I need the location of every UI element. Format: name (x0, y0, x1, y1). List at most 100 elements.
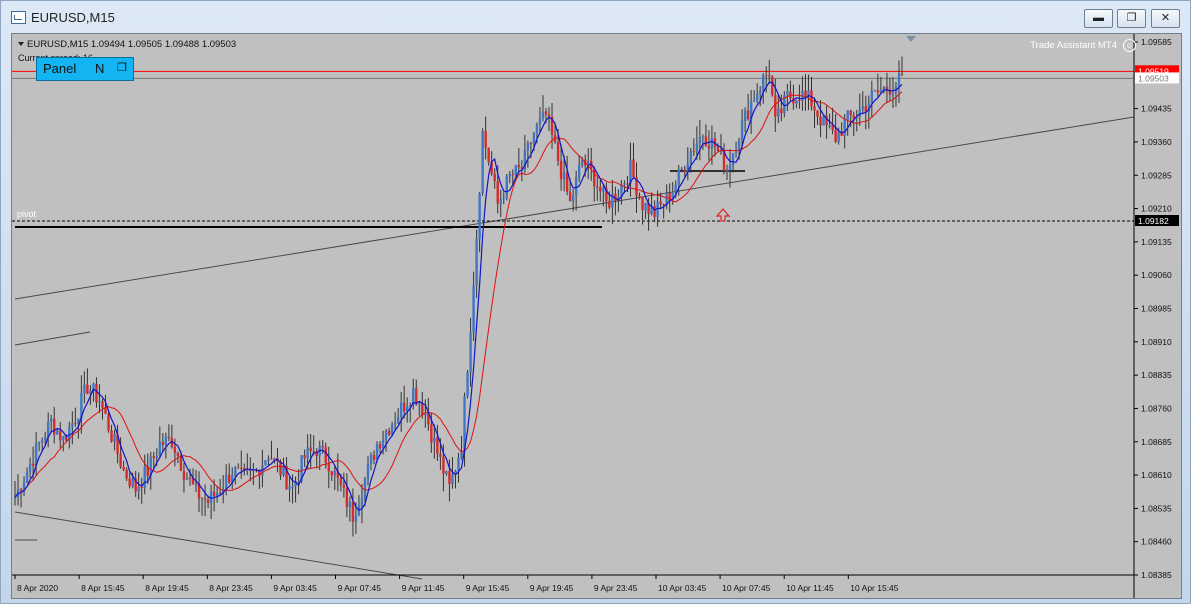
price-tick-label: 1.08910 (1141, 337, 1172, 347)
chart-area[interactable]: pivot 1.09585 1.09435 1.09360 1.09285 1.09210… (11, 33, 1182, 599)
candle-body (460, 452, 463, 458)
candle-body (396, 416, 400, 423)
candle-body (514, 164, 518, 176)
candle-body (593, 168, 596, 187)
candle-body (155, 455, 158, 458)
candle-body (626, 183, 629, 185)
candle-body (571, 195, 575, 202)
candle-body (62, 436, 65, 441)
candle-body (451, 474, 454, 485)
candle-body (206, 499, 210, 503)
close-button[interactable]: ✕ (1151, 9, 1180, 28)
candle-body (101, 401, 104, 408)
price-tick-label: 1.08760 (1141, 403, 1172, 413)
candle-body (777, 108, 780, 117)
candle-body (31, 463, 35, 466)
candle-body (728, 165, 732, 171)
candle-body (710, 138, 714, 149)
candle-body (50, 418, 53, 422)
candle-body (496, 181, 499, 204)
candle-body (303, 455, 306, 459)
candle-body (873, 90, 877, 92)
candle-body (71, 423, 74, 428)
ohlc-text: EURUSD,M15 1.09494 1.09505 1.09488 1.095… (27, 39, 237, 50)
minimize-button[interactable]: ▬ (1084, 9, 1113, 28)
candle-body (363, 478, 367, 498)
candle-body (330, 471, 333, 476)
time-tick-label: 9 Apr 11:45 (402, 583, 445, 593)
candle-body (246, 470, 249, 472)
candle-body (152, 456, 155, 458)
candle-body (291, 486, 294, 488)
candle-body (755, 93, 759, 101)
candle-body (541, 111, 545, 119)
price-chart[interactable]: pivot 1.09585 1.09435 1.09360 1.09285 1.09210… (12, 34, 1182, 599)
candle-body (348, 501, 352, 508)
candle-body (499, 199, 502, 204)
candle-body (98, 401, 101, 403)
candle-body (387, 430, 391, 435)
candle-body (264, 460, 267, 466)
up-arrow-marker (715, 208, 731, 222)
candle-body (342, 485, 346, 488)
candle-body (762, 75, 765, 91)
time-tick-label: 8 Apr 23:45 (209, 583, 253, 593)
candle-body (765, 75, 768, 77)
candle-body (457, 457, 460, 471)
price-tick-label: 1.08985 (1141, 304, 1172, 314)
candle-body (481, 131, 484, 194)
candle-body (53, 418, 56, 435)
candle-body (360, 497, 364, 506)
candle-body (306, 447, 309, 459)
candle-body (819, 116, 822, 126)
candle-body (698, 137, 702, 144)
candle-body (731, 153, 735, 166)
candle-body (421, 403, 424, 416)
candle-body (445, 470, 448, 474)
price-axis: 1.09585 1.09435 1.09360 1.09285 1.09210 1.091… (1133, 34, 1179, 598)
candle-body (321, 445, 324, 448)
candle-body (333, 470, 337, 476)
candle-body (538, 118, 542, 125)
candle-body (182, 471, 186, 480)
restore-button[interactable]: ❐ (1117, 9, 1146, 28)
panel-button[interactable]: Panel N ❐ (36, 57, 134, 81)
candle-body (547, 114, 551, 117)
candle-body (173, 446, 177, 453)
candle-body (228, 474, 231, 483)
price-tick-label: 1.09135 (1141, 237, 1172, 247)
collapse-triangle-icon[interactable] (18, 42, 24, 47)
candle-body (599, 186, 602, 192)
price-label: 1.09182 (1138, 216, 1169, 226)
candle-body (641, 197, 644, 211)
candle-body (164, 436, 168, 445)
candle-body (680, 169, 683, 171)
time-tick-label: 9 Apr 19:45 (530, 583, 574, 593)
candle-body (897, 73, 901, 87)
candle-body (502, 198, 505, 200)
candle-body (469, 332, 472, 373)
candle-body (402, 402, 406, 412)
candle-body (677, 169, 680, 185)
candle-body (339, 477, 343, 486)
candle-body (203, 498, 207, 500)
chart-window: EURUSD,M15 ▬ ❐ ✕ pivot 1.09585 1.09435 1.09… (0, 0, 1191, 604)
candle-body (798, 99, 801, 101)
candle-body (74, 423, 77, 425)
price-tick-label: 1.09285 (1141, 170, 1172, 180)
candle-body (433, 437, 436, 443)
restore-icon[interactable]: ❐ (117, 61, 127, 74)
time-tick-label: 8 Apr 15:45 (81, 583, 125, 593)
candle-body (662, 204, 665, 206)
title-bar[interactable]: EURUSD,M15 ▬ ❐ ✕ (1, 1, 1190, 33)
candle-body (273, 458, 276, 460)
price-tick-label: 1.09360 (1141, 137, 1172, 147)
candle-body (804, 90, 807, 96)
time-tick-label: 10 Apr 15:45 (850, 583, 898, 593)
candle-body (56, 430, 59, 435)
candle-body (822, 115, 825, 126)
candle-body (843, 119, 846, 136)
candle-body (695, 143, 699, 152)
candle-body (692, 151, 696, 153)
candle-body (596, 186, 599, 188)
